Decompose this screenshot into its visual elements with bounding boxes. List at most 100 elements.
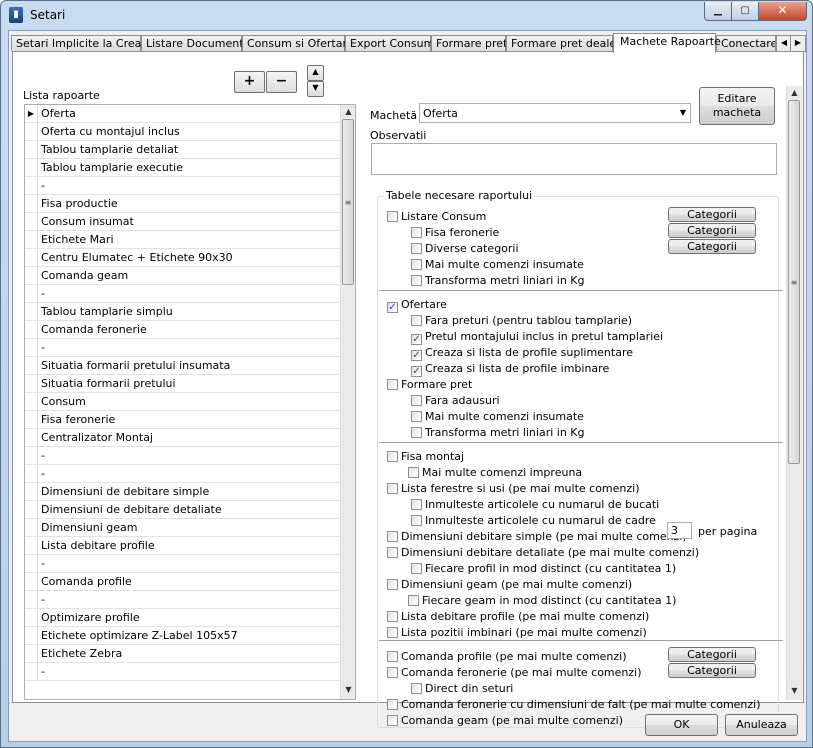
option-checkbox[interactable]: Inmulteste articolele cu numarul de buca… <box>411 498 659 511</box>
option-checkbox[interactable]: Inmulteste articolele cu numarul de cadr… <box>411 514 656 527</box>
observatii-field[interactable] <box>371 143 777 175</box>
unchecked-box-icon[interactable] <box>411 683 422 694</box>
report-list-item[interactable]: Fisa productie <box>25 195 343 213</box>
option-checkbox[interactable]: Comanda profile (pe mai multe comenzi) <box>387 650 627 663</box>
unchecked-box-icon[interactable] <box>411 411 422 422</box>
option-checkbox[interactable]: Fara preturi (pentru tablou tamplarie) <box>411 314 632 327</box>
report-list-item[interactable]: Comanda geam <box>25 267 343 285</box>
tab-formare-pret[interactable]: Formare pret <box>431 35 507 51</box>
categorii-button-feronerie[interactable]: Categorii <box>668 223 756 238</box>
move-down-icon[interactable]: ▼ <box>307 81 324 97</box>
option-checkbox[interactable]: Fiecare profil in mod distinct (cu canti… <box>411 562 676 575</box>
option-checkbox[interactable]: Fisa feronerie <box>411 226 499 239</box>
tab-setari-implicite[interactable]: Setari Implicite la Creare <box>11 35 152 51</box>
report-list-item[interactable]: Fisa feronerie <box>25 411 343 429</box>
option-checkbox[interactable]: Mai multe comenzi insumate <box>411 410 584 423</box>
categorii-button-diverse[interactable]: Categorii <box>668 239 756 254</box>
remove-report-button[interactable]: − <box>266 71 297 93</box>
option-checkbox[interactable]: ✓ Creaza si lista de profile imbinare <box>411 362 609 377</box>
unchecked-box-icon[interactable] <box>411 259 422 270</box>
report-list-item[interactable]: Centru Elumatec + Etichete 90x30 <box>25 249 343 267</box>
per-page-input[interactable]: 3 <box>667 522 692 539</box>
unchecked-box-icon[interactable] <box>387 699 398 710</box>
option-checkbox[interactable]: Mai multe comenzi impreuna <box>408 466 582 479</box>
option-checkbox[interactable]: ✓ Creaza si lista de profile suplimentare <box>411 346 633 361</box>
report-list-item[interactable]: Consum <box>25 393 343 411</box>
dropdown-arrow-icon[interactable]: ▼ <box>680 108 686 117</box>
unchecked-box-icon[interactable] <box>408 467 419 478</box>
tab-conectare[interactable]: Conectare <box>716 35 776 51</box>
report-list-item[interactable]: Dimensiuni de debitare simple <box>25 483 343 501</box>
report-list-item[interactable]: Oferta cu montajul inclus <box>25 123 343 141</box>
tab-consum-ofertare[interactable]: Consum si Ofertare <box>242 35 354 51</box>
checked-box-icon[interactable]: ✓ <box>387 302 398 313</box>
maximize-button[interactable]: ▢ <box>731 2 759 21</box>
minimize-button[interactable]: ▁ <box>704 2 732 21</box>
tab-formare-pret-dealer[interactable]: Formare pret dealer <box>506 35 621 51</box>
tab-export-consum[interactable]: Export Consum <box>345 35 434 51</box>
report-list-item[interactable]: - <box>25 177 343 195</box>
checked-box-icon[interactable]: ✓ <box>411 350 422 361</box>
unchecked-box-icon[interactable] <box>411 499 422 510</box>
option-checkbox[interactable]: Listare Consum <box>387 210 486 223</box>
option-checkbox[interactable]: Lista pozitii imbinari (pe mai multe com… <box>387 626 647 639</box>
move-up-icon[interactable]: ▲ <box>307 65 324 81</box>
unchecked-box-icon[interactable] <box>387 651 398 662</box>
unchecked-box-icon[interactable] <box>387 627 398 638</box>
scroll-down-icon[interactable]: ▼ <box>341 683 355 697</box>
title-bar[interactable]: ▮ Setari ▁ ▢ ✕ <box>1 1 812 29</box>
unchecked-box-icon[interactable] <box>387 715 398 726</box>
close-button[interactable]: ✕ <box>758 2 807 21</box>
report-list-item[interactable]: Etichete Mari <box>25 231 343 249</box>
scroll-up-icon[interactable]: ▲ <box>341 105 355 119</box>
option-checkbox[interactable]: Lista debitare profile (pe mai multe com… <box>387 610 649 623</box>
option-checkbox[interactable]: Direct din seturi <box>411 682 513 695</box>
report-list-item[interactable]: - <box>25 285 343 303</box>
categorii-button-comanda-profile[interactable]: Categorii <box>668 647 756 662</box>
option-checkbox[interactable]: Fara adausuri <box>411 394 500 407</box>
unchecked-box-icon[interactable] <box>387 211 398 222</box>
unchecked-box-icon[interactable] <box>411 515 422 526</box>
report-list[interactable]: - Etichete Zebra Etichete optimizare Z-Lab… <box>24 104 356 700</box>
unchecked-box-icon[interactable] <box>387 547 398 558</box>
unchecked-box-icon[interactable] <box>387 451 398 462</box>
option-checkbox[interactable]: Dimensiuni debitare simple (pe mai multe… <box>387 530 687 543</box>
report-list-item[interactable]: - <box>25 465 343 483</box>
report-list-item[interactable]: Tablou tamplarie simplu <box>25 303 343 321</box>
checked-box-icon[interactable]: ✓ <box>411 366 422 377</box>
report-list-item[interactable]: Centralizator Montaj <box>25 429 343 447</box>
categorii-button-consum[interactable]: Categorii <box>668 207 756 222</box>
report-list-item[interactable]: - <box>25 663 343 681</box>
panel-scrollbar[interactable]: ▲ ≡ ▼ <box>786 86 802 700</box>
unchecked-box-icon[interactable] <box>387 379 398 390</box>
report-list-item[interactable]: Dimensiuni geam <box>25 519 343 537</box>
checked-box-icon[interactable]: ✓ <box>411 334 422 345</box>
report-list-item[interactable]: - <box>25 591 343 609</box>
option-checkbox[interactable]: Transforma metri liniari in Kg <box>411 426 585 439</box>
panel-scroll-thumb[interactable]: ≡ <box>788 100 800 464</box>
panel-scroll-up-icon[interactable]: ▲ <box>787 86 802 100</box>
option-checkbox[interactable]: Comanda feronerie (pe mai multe comenzi) <box>387 666 642 679</box>
option-checkbox[interactable]: Dimensiuni debitare detaliate (pe mai mu… <box>387 546 699 559</box>
unchecked-box-icon[interactable] <box>387 579 398 590</box>
tab-machete-rapoarte[interactable]: Machete Rapoarte <box>613 33 721 53</box>
option-checkbox[interactable]: Comanda feronerie cu dimensiuni de falt … <box>387 698 761 711</box>
unchecked-box-icon[interactable] <box>411 315 422 326</box>
option-checkbox[interactable]: Formare pret <box>387 378 472 391</box>
report-list-item[interactable]: - <box>25 447 343 465</box>
unchecked-box-icon[interactable] <box>411 427 422 438</box>
unchecked-box-icon[interactable] <box>411 395 422 406</box>
option-checkbox[interactable]: ✓ Pretul montajului inclus in pretul tamp… <box>411 330 663 345</box>
unchecked-box-icon[interactable] <box>411 243 422 254</box>
panel-scroll-down-icon[interactable]: ▼ <box>787 684 802 698</box>
report-list-item[interactable]: Consum insumat <box>25 213 343 231</box>
option-checkbox[interactable]: Fiecare geam in mod distinct (cu cantita… <box>408 594 676 607</box>
report-list-item[interactable]: - <box>25 555 343 573</box>
report-list-scrollbar[interactable]: ▲ ≡ ▼ <box>340 105 355 699</box>
tab-scroll-right-icon[interactable]: ▶ <box>790 35 806 52</box>
report-list-item[interactable]: Lista debitare profile <box>25 537 343 555</box>
option-checkbox[interactable]: Dimensiuni geam (pe mai multe comenzi) <box>387 578 632 591</box>
report-list-item[interactable]: Comanda profile <box>25 573 343 591</box>
option-checkbox[interactable]: Mai multe comenzi insumate <box>411 258 584 271</box>
unchecked-box-icon[interactable] <box>411 227 422 238</box>
